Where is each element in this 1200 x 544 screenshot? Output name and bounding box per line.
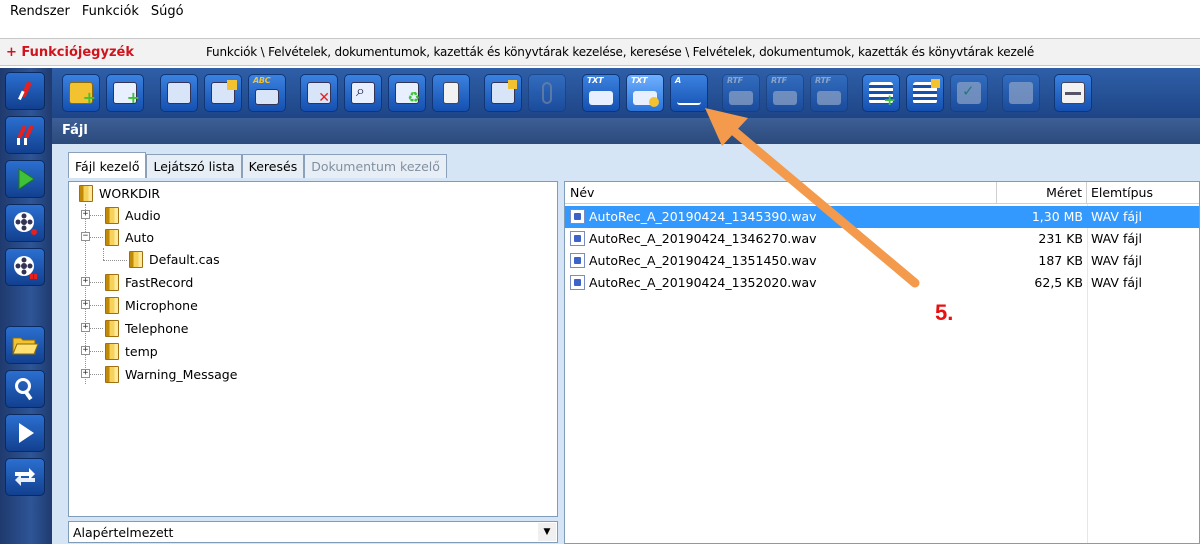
annotation-step-label: 5.: [935, 300, 954, 325]
annotation-arrow: [705, 108, 920, 288]
